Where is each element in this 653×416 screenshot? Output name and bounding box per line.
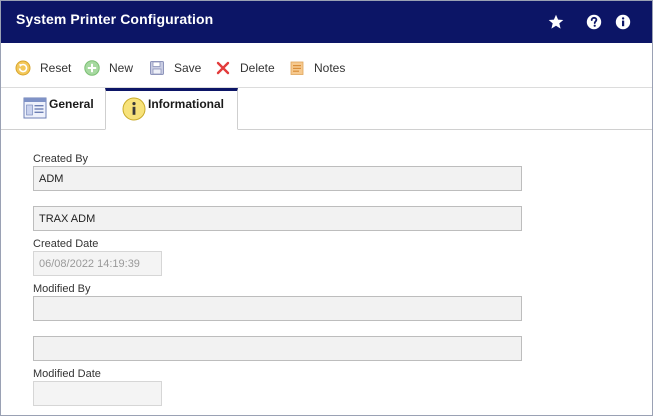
- tab-informational-label: Informational: [148, 97, 225, 111]
- created-by-field[interactable]: ADM: [33, 166, 522, 191]
- created-by-label: Created By: [33, 153, 89, 165]
- created-date-field[interactable]: 06/08/2022 14:19:39: [33, 251, 162, 276]
- reset-icon: [15, 60, 31, 76]
- add-icon: [84, 60, 100, 76]
- delete-button[interactable]: Delete: [215, 59, 275, 77]
- reset-label: Reset: [40, 61, 72, 75]
- tab-bar: General Informational: [1, 88, 652, 130]
- modified-by-label: Modified By: [33, 283, 91, 295]
- notes-icon: [289, 60, 305, 76]
- save-button[interactable]: Save: [149, 59, 201, 77]
- notes-label: Notes: [314, 61, 346, 75]
- help-icon[interactable]: [586, 14, 602, 30]
- star-icon[interactable]: [548, 14, 564, 30]
- modified-by-name-field[interactable]: [33, 336, 522, 361]
- created-date-label: Created Date: [33, 238, 99, 250]
- save-icon: [149, 60, 165, 76]
- delete-icon: [215, 60, 231, 76]
- notes-button[interactable]: Notes: [289, 59, 345, 77]
- save-label: Save: [174, 61, 202, 75]
- title-bar: System Printer Configuration: [1, 1, 652, 43]
- toolbar: Reset New Save Delete Notes: [1, 43, 652, 88]
- modified-date-label: Modified Date: [33, 368, 101, 380]
- new-button[interactable]: New: [84, 59, 133, 77]
- new-label: New: [109, 61, 134, 75]
- general-tab-icon: [23, 97, 47, 119]
- informational-panel: Created By ADM TRAX ADM Created Date 06/…: [1, 130, 652, 415]
- modified-date-field[interactable]: [33, 381, 162, 406]
- tab-general-label: General: [49, 97, 94, 111]
- modified-by-field[interactable]: [33, 296, 522, 321]
- system-printer-configuration-window: System Printer Configuration Reset New S…: [0, 0, 653, 416]
- info-icon[interactable]: [615, 14, 631, 30]
- tab-informational[interactable]: Informational: [105, 88, 238, 130]
- delete-label: Delete: [240, 61, 275, 75]
- reset-button[interactable]: Reset: [15, 59, 71, 77]
- created-by-name-field[interactable]: TRAX ADM: [33, 206, 522, 231]
- window-title: System Printer Configuration: [16, 11, 214, 27]
- informational-tab-icon: [122, 97, 146, 121]
- tab-general[interactable]: General: [5, 88, 106, 130]
